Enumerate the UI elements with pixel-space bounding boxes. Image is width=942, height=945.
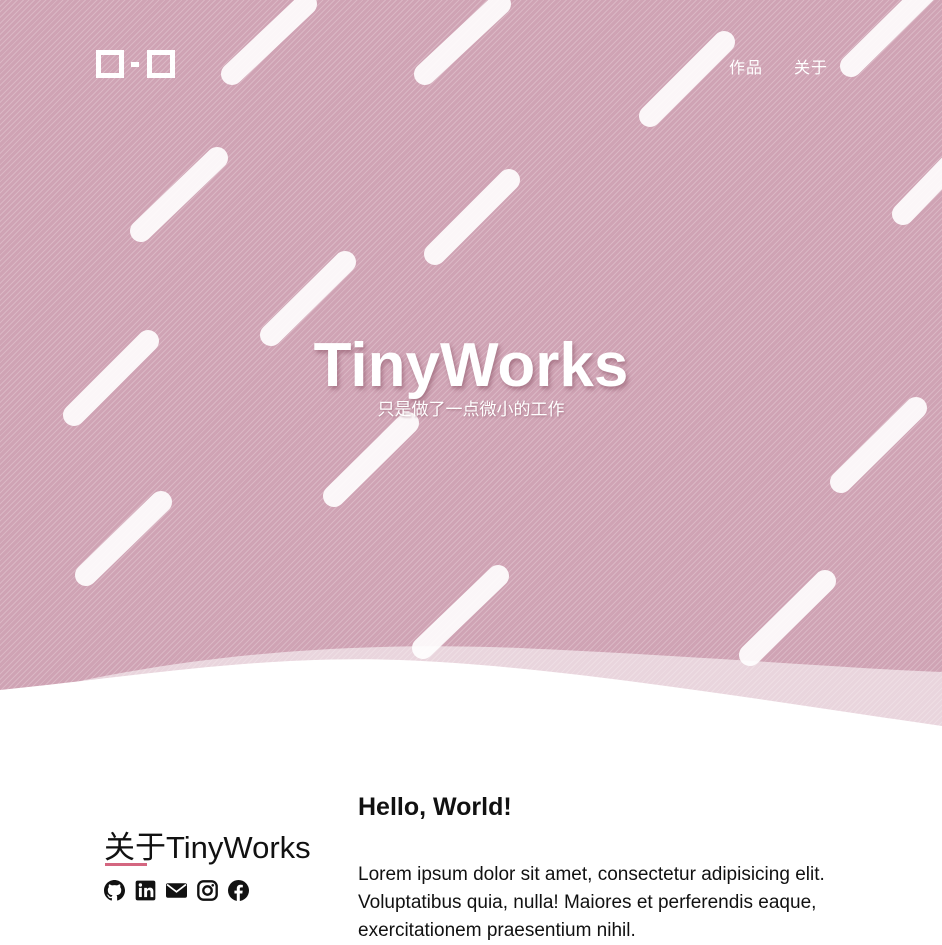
content-body-text: Lorem ipsum dolor sit amet, consectetur …: [358, 864, 825, 941]
logo-dash: [131, 62, 139, 67]
title-accent-underline: [105, 863, 147, 866]
hero-banner: 作品 关于 TinyWorks 只是做了一点微小的工作: [0, 0, 942, 760]
about-section-title: 关于TinyWorks: [104, 826, 311, 870]
github-icon: [104, 880, 125, 901]
logo-right-square: [147, 50, 175, 78]
instagram-link[interactable]: [197, 880, 218, 901]
hero-title: TinyWorks: [313, 331, 629, 400]
logo-left-square: [96, 50, 124, 78]
nav-link-about[interactable]: 关于: [794, 54, 828, 78]
content-heading: Hello, World!: [358, 793, 512, 821]
linkedin-link[interactable]: [135, 880, 156, 901]
top-nav: 作品 关于: [729, 54, 828, 78]
facebook-icon: [228, 880, 249, 901]
github-link[interactable]: [104, 880, 125, 901]
hero-subtitle: 只是做了一点微小的工作: [377, 400, 565, 420]
site-logo[interactable]: [96, 50, 176, 80]
instagram-icon: [197, 880, 218, 901]
social-links: [104, 880, 249, 901]
email-link[interactable]: [166, 880, 187, 901]
nav-link-works[interactable]: 作品: [729, 54, 763, 78]
about-title-text: 关于TinyWorks: [104, 830, 311, 865]
facebook-link[interactable]: [228, 880, 249, 901]
envelope-icon: [166, 883, 187, 898]
linkedin-icon: [135, 880, 156, 901]
